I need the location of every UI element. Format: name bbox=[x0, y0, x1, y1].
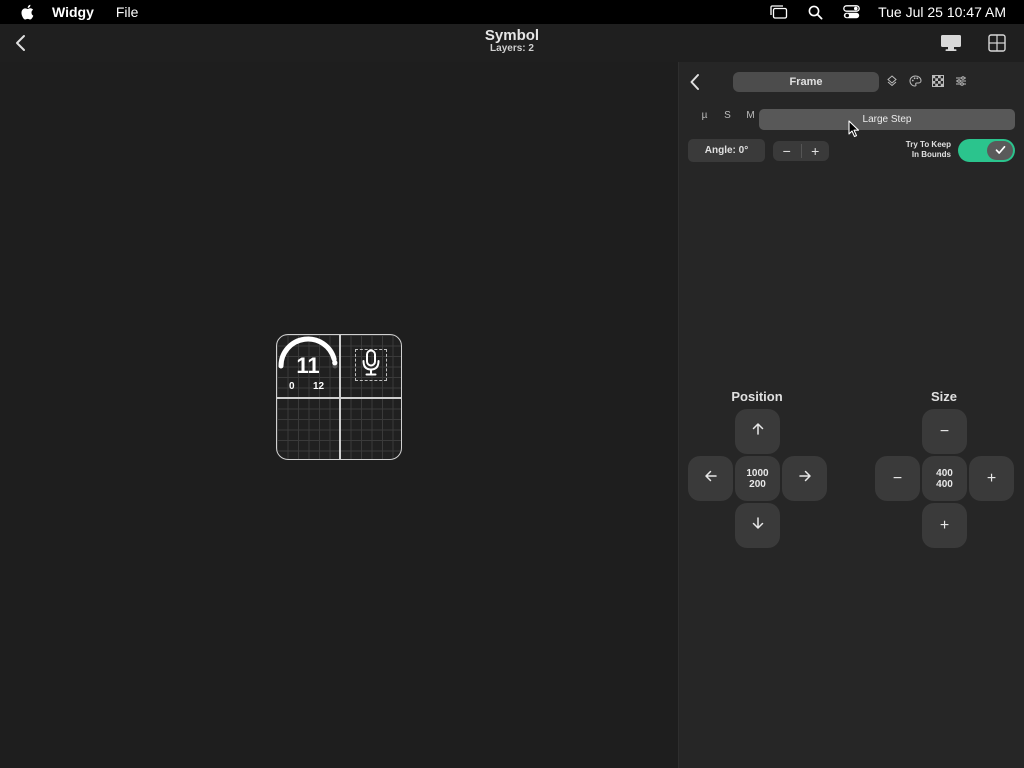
gauge-value: 11 bbox=[296, 353, 320, 378]
size-readout: 400 400 bbox=[922, 456, 967, 501]
position-title: Position bbox=[731, 389, 783, 404]
mouse-cursor-icon bbox=[848, 120, 860, 138]
editor-canvas[interactable]: 11 0 12 bbox=[0, 62, 678, 768]
keep-in-bounds-toggle[interactable] bbox=[958, 139, 1015, 162]
size-width-value: 400 bbox=[936, 467, 953, 479]
menu-file[interactable]: File bbox=[116, 4, 139, 20]
arrow-down-icon bbox=[751, 516, 765, 535]
microphone-icon bbox=[360, 349, 382, 382]
height-increase-button[interactable]: + bbox=[922, 503, 967, 548]
step-micro[interactable]: µ bbox=[693, 110, 716, 121]
toggle-knob bbox=[987, 141, 1013, 160]
apple-logo-icon[interactable] bbox=[18, 3, 36, 21]
arrow-right-icon bbox=[798, 469, 812, 488]
menu-app-name[interactable]: Widgy bbox=[52, 4, 94, 20]
arrow-up-icon bbox=[751, 422, 765, 441]
palette-icon[interactable] bbox=[908, 74, 922, 88]
symbol-layer[interactable] bbox=[355, 349, 387, 381]
layers-count: Layers: 2 bbox=[490, 43, 534, 54]
menu-bar: Widgy File Tue Jul 25 10:47 AM bbox=[0, 0, 1024, 24]
widget-preview[interactable]: 11 0 12 bbox=[276, 334, 402, 460]
document-toolbar: Symbol Layers: 2 bbox=[0, 24, 1024, 62]
checkmark-icon bbox=[995, 142, 1006, 160]
search-icon[interactable] bbox=[806, 4, 824, 20]
step-small[interactable]: S bbox=[716, 110, 739, 121]
gauge-layer[interactable]: 11 0 12 bbox=[277, 335, 339, 397]
document-title-block: Symbol Layers: 2 bbox=[0, 27, 1024, 54]
layers-icon[interactable] bbox=[885, 74, 899, 88]
layout-divider-horizontal bbox=[277, 397, 401, 399]
angle-field[interactable]: Angle: 0° bbox=[688, 139, 765, 162]
position-y-value: 200 bbox=[749, 478, 766, 490]
checkerboard-icon[interactable] bbox=[931, 74, 945, 88]
size-title: Size bbox=[930, 389, 957, 404]
window-stack-icon[interactable] bbox=[770, 4, 788, 20]
arrow-left-icon bbox=[704, 469, 718, 488]
sliders-icon[interactable] bbox=[954, 74, 968, 88]
grid-layout-icon[interactable] bbox=[986, 33, 1008, 53]
height-decrease-button[interactable]: − bbox=[922, 409, 967, 454]
angle-increment-button[interactable]: + bbox=[802, 141, 830, 161]
step-size-selector: µ S M bbox=[693, 110, 762, 121]
gauge-max-label: 12 bbox=[313, 381, 325, 392]
angle-decrement-button[interactable]: − bbox=[773, 141, 801, 161]
width-decrease-button[interactable]: − bbox=[875, 456, 920, 501]
page-title: Symbol bbox=[484, 27, 540, 44]
move-right-button[interactable] bbox=[782, 456, 827, 501]
keep-in-bounds-label: Try To Keep In Bounds bbox=[869, 140, 951, 160]
control-center-icon[interactable] bbox=[842, 4, 860, 20]
width-increase-button[interactable]: + bbox=[969, 456, 1014, 501]
inspector-back-chevron-icon[interactable] bbox=[687, 72, 703, 92]
step-large-selected[interactable]: Large Step bbox=[759, 109, 1015, 130]
move-down-button[interactable] bbox=[735, 503, 780, 548]
position-readout: 1000 200 bbox=[735, 456, 780, 501]
inspector-panel: Frame µ S M Large Step Angle: 0° − + Try… bbox=[678, 62, 1024, 768]
size-height-value: 400 bbox=[936, 478, 953, 490]
position-x-value: 1000 bbox=[746, 467, 769, 479]
tab-frame[interactable]: Frame bbox=[733, 72, 879, 92]
menu-clock[interactable]: Tue Jul 25 10:47 AM bbox=[878, 4, 1006, 20]
monitor-icon[interactable] bbox=[940, 33, 962, 53]
gauge-min-label: 0 bbox=[289, 381, 295, 392]
move-left-button[interactable] bbox=[688, 456, 733, 501]
move-up-button[interactable] bbox=[735, 409, 780, 454]
keep-in-bounds-line2: In Bounds bbox=[911, 150, 951, 159]
angle-stepper: − + bbox=[773, 141, 829, 161]
keep-in-bounds-line1: Try To Keep bbox=[905, 140, 951, 149]
